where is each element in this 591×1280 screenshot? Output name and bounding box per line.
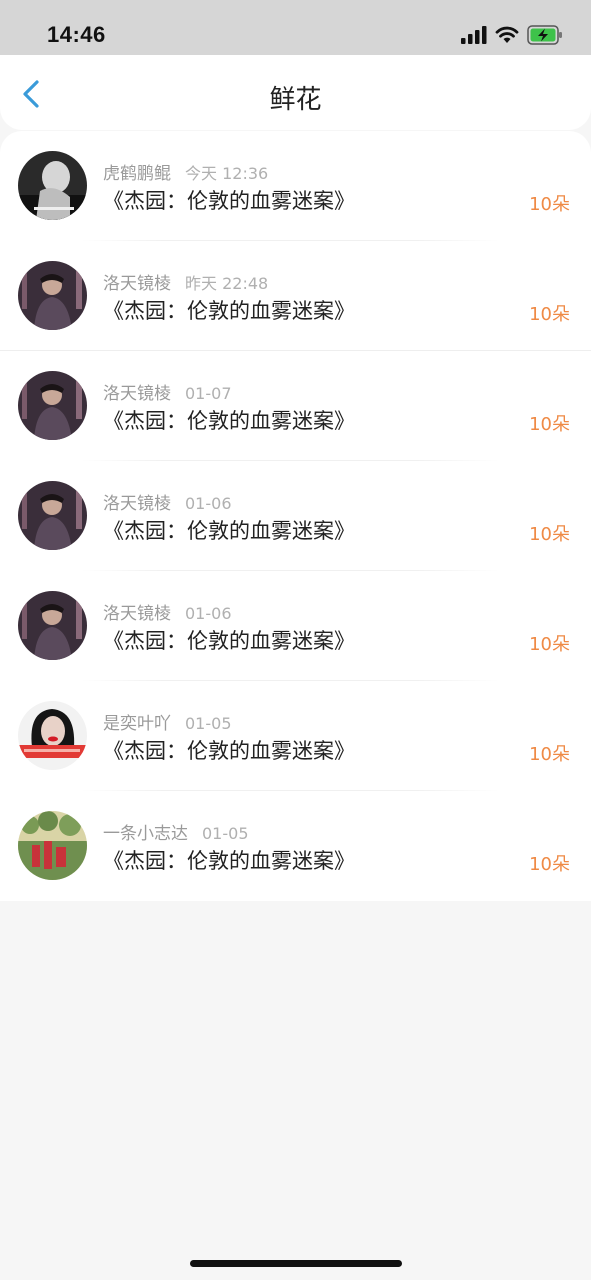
avatar[interactable] — [18, 591, 87, 660]
flower-count: 10朵 — [529, 634, 570, 655]
timestamp: 昨天 22:48 — [185, 274, 269, 293]
page-title: 鲜花 — [269, 85, 322, 115]
status-bar: 14:46 — [0, 0, 591, 55]
nav-bar: 鲜花 — [0, 55, 591, 130]
book-title[interactable]: 《杰园：伦敦的血雾迷案》 — [103, 845, 355, 875]
wifi-icon — [495, 26, 519, 48]
flower-count: 10朵 — [529, 304, 570, 325]
list-item[interactable]: 洛天镜棱 昨天 22:48 《杰园：伦敦的血雾迷案》 10朵 — [0, 241, 591, 351]
list-item[interactable]: 虎鹤鹏鲲 今天 12:36 《杰园：伦敦的血雾迷案》 10朵 — [0, 131, 591, 241]
flower-count: 10朵 — [529, 194, 570, 215]
list-item[interactable]: 洛天镜棱 01-07 《杰园：伦敦的血雾迷案》 10朵 — [0, 351, 591, 461]
status-time: 14:46 — [47, 22, 106, 47]
book-title[interactable]: 《杰园：伦敦的血雾迷案》 — [103, 295, 355, 325]
battery-charging-icon — [527, 25, 563, 49]
flower-list: 虎鹤鹏鲲 今天 12:36 《杰园：伦敦的血雾迷案》 10朵 洛天镜棱 昨天 22:… — [0, 131, 591, 901]
home-indicator[interactable] — [190, 1260, 402, 1267]
list-item[interactable]: 一条小志达 01-05 《杰园：伦敦的血雾迷案》 10朵 — [0, 791, 591, 901]
list-item[interactable]: 是奕叶吖 01-05 《杰园：伦敦的血雾迷案》 10朵 — [0, 681, 591, 791]
timestamp: 01-06 — [185, 604, 232, 623]
timestamp: 01-05 — [185, 714, 232, 733]
avatar[interactable] — [18, 151, 87, 220]
user-name[interactable]: 洛天镜棱 — [103, 274, 171, 294]
flower-count: 10朵 — [529, 524, 570, 545]
status-icons — [461, 25, 563, 49]
list-item[interactable]: 洛天镜棱 01-06 《杰园：伦敦的血雾迷案》 10朵 — [0, 571, 591, 681]
avatar[interactable] — [18, 371, 87, 440]
list-item[interactable]: 洛天镜棱 01-06 《杰园：伦敦的血雾迷案》 10朵 — [0, 461, 591, 571]
avatar[interactable] — [18, 811, 87, 880]
book-title[interactable]: 《杰园：伦敦的血雾迷案》 — [103, 625, 355, 655]
signal-icon — [461, 26, 487, 48]
timestamp: 今天 12:36 — [185, 164, 269, 183]
timestamp: 01-05 — [202, 824, 249, 843]
user-name[interactable]: 是奕叶吖 — [103, 714, 171, 734]
timestamp: 01-07 — [185, 384, 232, 403]
flower-count: 10朵 — [529, 854, 570, 875]
book-title[interactable]: 《杰园：伦敦的血雾迷案》 — [103, 735, 355, 765]
user-name[interactable]: 洛天镜棱 — [103, 384, 171, 404]
avatar[interactable] — [18, 701, 87, 770]
user-name[interactable]: 洛天镜棱 — [103, 494, 171, 514]
user-name[interactable]: 虎鹤鹏鲲 — [103, 164, 171, 184]
timestamp: 01-06 — [185, 494, 232, 513]
book-title[interactable]: 《杰园：伦敦的血雾迷案》 — [103, 185, 355, 215]
flower-count: 10朵 — [529, 744, 570, 765]
user-name[interactable]: 洛天镜棱 — [103, 604, 171, 624]
book-title[interactable]: 《杰园：伦敦的血雾迷案》 — [103, 405, 355, 435]
book-title[interactable]: 《杰园：伦敦的血雾迷案》 — [103, 515, 355, 545]
user-name[interactable]: 一条小志达 — [103, 824, 188, 844]
flower-count: 10朵 — [529, 414, 570, 435]
avatar[interactable] — [18, 261, 87, 330]
avatar[interactable] — [18, 481, 87, 550]
